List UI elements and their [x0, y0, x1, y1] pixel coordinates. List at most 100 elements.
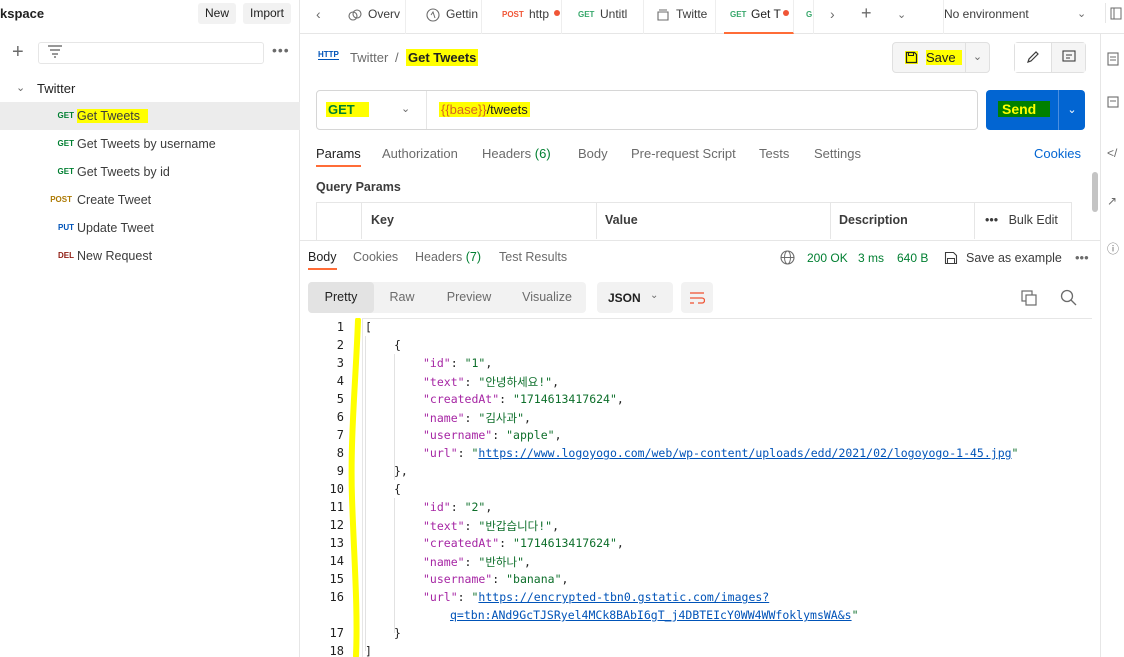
workspace-name[interactable]: kspace	[0, 6, 44, 21]
format-preview[interactable]: Preview	[430, 282, 508, 313]
format-pretty[interactable]: Pretty	[308, 282, 374, 313]
tab-twitter[interactable]: Twitte	[650, 0, 716, 34]
scrollbar[interactable]	[1092, 172, 1098, 212]
code-icon[interactable]: </	[1107, 146, 1117, 160]
chevron-left-icon[interactable]: ‹	[316, 6, 321, 22]
tab-pre-request-script[interactable]: Pre-request Script	[631, 146, 736, 161]
pencil-icon[interactable]	[1015, 43, 1051, 72]
tab-get-tweets[interactable]: GET Get T	[724, 0, 794, 34]
save-button[interactable]: Save	[893, 43, 965, 72]
language-label: JSON	[608, 291, 641, 305]
new-button[interactable]: New	[198, 3, 237, 24]
tab-body[interactable]: Body	[578, 146, 608, 161]
unsaved-dot-icon	[783, 10, 789, 16]
comment-icon[interactable]	[1051, 43, 1085, 72]
method-badge: GET	[57, 111, 74, 120]
send-button[interactable]: Send	[986, 90, 1058, 130]
request-name[interactable]: Get Tweets	[406, 49, 479, 66]
tab-headers[interactable]: Headers (6)	[482, 146, 551, 161]
tabs-menu-chevron-icon[interactable]: ⌄	[897, 8, 906, 21]
more-options-icon[interactable]: •••	[985, 213, 998, 227]
tab-get-untitled[interactable]: GET Untitl	[570, 0, 644, 34]
qp-description-column: Description	[831, 203, 975, 239]
sidebar-toggle-icon[interactable]	[1105, 3, 1124, 23]
json-brace: {	[394, 482, 401, 496]
url-path: /tweets	[486, 102, 528, 117]
json-line: "url": "https://encrypted-tbn0.gstatic.c…	[423, 590, 770, 604]
tab-response-body[interactable]: Body	[308, 250, 337, 270]
format-visualize[interactable]: Visualize	[508, 282, 586, 313]
import-button[interactable]: Import	[243, 3, 292, 24]
json-url-link[interactable]: https://www.logoyogo.com/web/wp-content/…	[478, 446, 1011, 460]
chevron-down-icon[interactable]: ⌄	[1058, 90, 1085, 130]
add-icon[interactable]: +	[12, 42, 24, 62]
tab-label: Headers	[415, 250, 463, 264]
tab-count: (7)	[465, 250, 482, 264]
sidebar-item-label: New Request	[77, 249, 153, 263]
tab-test-results[interactable]: Test Results	[499, 250, 567, 264]
tab-response-cookies[interactable]: Cookies	[353, 250, 398, 264]
sidebar-item-get-tweets-by-username[interactable]: GET Get Tweets by username	[0, 130, 300, 158]
sidebar-item-new-request[interactable]: DEL New Request	[0, 242, 300, 270]
format-raw[interactable]: Raw	[374, 282, 430, 313]
info-icon[interactable]: ⓘ	[1107, 240, 1119, 257]
breadcrumb-collection[interactable]: Twitter	[350, 50, 388, 65]
tab-settings[interactable]: Settings	[814, 146, 861, 161]
more-options-icon[interactable]: •••	[1075, 250, 1089, 265]
line-number: 6	[336, 410, 344, 424]
search-icon[interactable]	[1060, 289, 1077, 306]
json-url-link[interactable]: q=tbn:ANd9GcTJSRyel4MCk8BAbI6gT_j4DBTEIc…	[450, 608, 852, 622]
tab-label: Body	[578, 146, 608, 161]
json-line: "username": "apple",	[423, 428, 562, 442]
new-tab-icon[interactable]: +	[861, 3, 872, 24]
environment-select[interactable]: No environment ⌄	[943, 0, 1106, 34]
globe-icon[interactable]	[780, 250, 795, 265]
related-icon[interactable]: ↗	[1107, 194, 1117, 208]
sidebar-item-update-tweet[interactable]: PUT Update Tweet	[0, 214, 300, 242]
more-options-icon[interactable]: •••	[272, 42, 290, 58]
wrap-lines-button[interactable]	[681, 282, 713, 313]
sidebar-item-create-tweet[interactable]: POST Create Tweet	[0, 186, 300, 214]
tab-tests[interactable]: Tests	[759, 146, 789, 161]
bulk-edit-button[interactable]: ••• Bulk Edit	[985, 213, 1058, 227]
tab-authorization[interactable]: Authorization	[382, 146, 458, 161]
json-line: "name": "김사과",	[423, 411, 531, 425]
pane-divider[interactable]	[300, 240, 1100, 241]
json-url-link[interactable]: https://encrypted-tbn0.gstatic.com/image…	[478, 590, 769, 604]
url-input[interactable]: {{base}}/tweets	[439, 102, 530, 117]
json-value: "1"	[464, 356, 486, 370]
tab-getting-started[interactable]: Gettin	[420, 0, 482, 34]
tab-overview[interactable]: Overv	[342, 0, 406, 34]
chevron-right-icon[interactable]: ›	[830, 6, 835, 22]
collection-tree: ⌄ Twitter GET Get Tweets GET Get Tweets …	[0, 74, 300, 270]
breadcrumb-separator: /	[395, 50, 399, 65]
save-as-example-button[interactable]: Save as example	[966, 251, 1062, 265]
documentation-icon[interactable]	[1107, 52, 1119, 66]
tab-params[interactable]: Params	[316, 146, 361, 167]
cookies-link[interactable]: Cookies	[1034, 146, 1081, 161]
sidebar-search-input[interactable]	[38, 42, 264, 64]
collection-icon	[657, 9, 669, 21]
sidebar: kspace New Import + ••• ⌄ Twitter GET Ge…	[0, 0, 300, 657]
chevron-down-icon[interactable]: ⌄	[965, 43, 989, 72]
sidebar-item-get-tweets-by-id[interactable]: GET Get Tweets by id	[0, 158, 300, 186]
tab-label: Get T	[751, 7, 781, 21]
collection-twitter[interactable]: ⌄ Twitter	[0, 74, 300, 102]
sidebar-item-get-tweets[interactable]: GET Get Tweets	[0, 102, 300, 130]
language-select[interactable]: JSON ⌄	[597, 282, 673, 313]
line-number: 10	[329, 482, 344, 496]
response-size[interactable]: 640 B	[897, 251, 928, 265]
filter-icon[interactable]	[47, 44, 63, 58]
method-select[interactable]: GET ⌄	[317, 91, 427, 129]
json-brace: }	[394, 626, 401, 640]
tab-response-headers[interactable]: Headers (7)	[415, 250, 481, 264]
comments-icon[interactable]	[1107, 96, 1119, 110]
chevron-down-icon[interactable]: ⌄	[16, 81, 25, 94]
tab-overflow[interactable]: G	[800, 0, 814, 34]
copy-icon[interactable]	[1021, 290, 1037, 306]
response-body-viewer[interactable]: 1 2 3 4 5 6 7 8 9 10 11 12 13 14 15 16 1…	[308, 318, 1100, 657]
response-time[interactable]: 3 ms	[858, 251, 884, 265]
tab-post-http[interactable]: POST http	[496, 0, 562, 34]
save-example-icon[interactable]	[944, 251, 958, 265]
status-code[interactable]: 200 OK	[807, 251, 848, 265]
